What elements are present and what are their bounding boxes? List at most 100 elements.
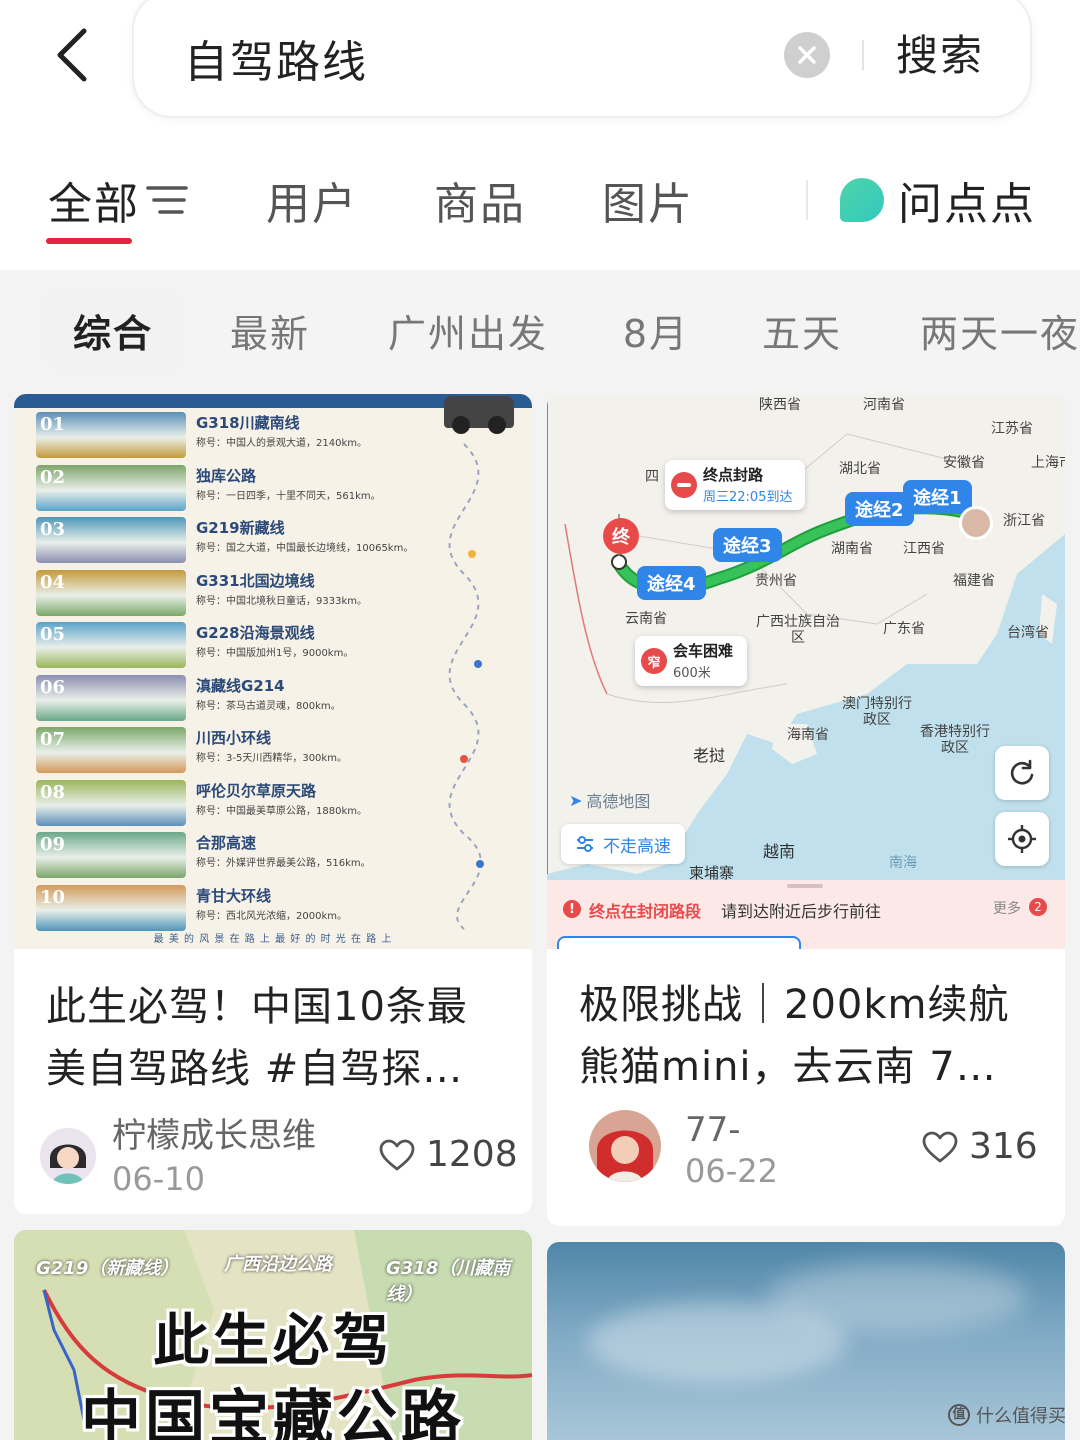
map-region-label: 江苏省 bbox=[991, 421, 1033, 437]
map-region-label: 香港特别行政区 bbox=[920, 724, 990, 756]
close-icon bbox=[798, 46, 816, 64]
route-name: G318川藏南线 bbox=[196, 414, 300, 432]
post-date: 06-22 bbox=[685, 1152, 778, 1190]
route-name: 合那高速 bbox=[196, 834, 257, 852]
like-button[interactable]: 316 bbox=[921, 1126, 1038, 1167]
route-list-item: 02 独库公路 称号：一日四季，十里不同天，561km。 bbox=[36, 464, 506, 515]
search-box[interactable]: 自驾路线 搜索 bbox=[132, 0, 1032, 118]
route-thumbnail: 04 bbox=[36, 569, 186, 616]
post-date: 06-10 bbox=[112, 1160, 205, 1198]
route-description: 称号：西北风光浓缩，2000km。 bbox=[196, 910, 347, 922]
tab-images[interactable]: 图片 bbox=[602, 168, 694, 232]
route-number: 03 bbox=[40, 519, 66, 540]
chip-five-days[interactable]: 五天 bbox=[736, 288, 868, 372]
tab-goods[interactable]: 商品 bbox=[434, 168, 526, 232]
cover-footer-text: 最 美 的 风 景 在 路 上 最 好 的 时 光 在 路 上 bbox=[153, 934, 393, 945]
route-name: G228沿海景观线 bbox=[196, 624, 315, 642]
ask-icon[interactable] bbox=[840, 178, 884, 222]
cover-headline: 中国宝藏公路 bbox=[81, 1384, 465, 1440]
avatar-illustration-icon bbox=[40, 1128, 96, 1184]
map-brand: ➤ 高德地图 bbox=[569, 788, 650, 812]
route-number: 04 bbox=[40, 571, 66, 593]
chip-august[interactable]: 8月 bbox=[600, 288, 712, 372]
filter-icon[interactable] bbox=[146, 180, 190, 220]
author-name[interactable]: 柠檬成长思维 bbox=[112, 1108, 316, 1157]
card-cover-image: 陕西省 河南省 江苏省 湖北省 安徽省 上海市 浙江省 湖南省 江西省 贵州省 … bbox=[547, 394, 1065, 949]
map-region-label: 广西壮族自治区 bbox=[756, 614, 840, 646]
narrow-road-callout: 窄 会车困难 600米 bbox=[635, 636, 747, 686]
heart-icon bbox=[379, 1139, 415, 1170]
route-number: 01 bbox=[40, 414, 66, 435]
cover-headline: 此生必驾 bbox=[153, 1309, 393, 1374]
chip-latest[interactable]: 最新 bbox=[204, 288, 336, 372]
map-region-label: 上海市 bbox=[1031, 455, 1065, 471]
back-arrow-icon bbox=[57, 28, 87, 82]
route-name: G219新藏线 bbox=[196, 519, 285, 537]
map-region-label: 湖南省 bbox=[831, 541, 873, 557]
ask-button[interactable]: 问点点 bbox=[898, 168, 1036, 232]
route-list-item: 09 合那高速 称号：外媒评世界最美公路，516km。 bbox=[36, 832, 506, 882]
map-region-label: 老挝 bbox=[693, 746, 726, 765]
back-button[interactable] bbox=[40, 20, 104, 90]
map-region-label: 越南 bbox=[763, 842, 796, 861]
route-number: 10 bbox=[40, 886, 66, 908]
route-list-item: 03 G219新藏线 称号：国之大道，中国最长边境线，10065km。 bbox=[36, 517, 506, 567]
narrow-callout-title: 会车困难 bbox=[673, 642, 734, 660]
cloud-shape bbox=[767, 1262, 1027, 1332]
route-list-item: 10 青甘大环线称号：西北风光浓缩，2000km。 bbox=[36, 884, 506, 935]
tabs-separator bbox=[806, 180, 808, 220]
avoid-highway-label: 不走高速 bbox=[603, 836, 671, 857]
route-thumbnail: 02 bbox=[36, 464, 186, 511]
like-button[interactable]: 1208 bbox=[378, 1134, 518, 1175]
via-point: 途经2 bbox=[845, 492, 914, 526]
narrow-marker: 窄 bbox=[641, 648, 667, 674]
search-button[interactable]: 搜索 bbox=[896, 22, 984, 83]
card-title-line: 美自驾路线 #自驾探… bbox=[46, 1046, 464, 1092]
card-title-line: 熊猫mini，去云南 7… bbox=[579, 1044, 997, 1090]
tab-users[interactable]: 用户 bbox=[266, 168, 358, 232]
map-route-label: G219（新藏线） bbox=[36, 1258, 179, 1279]
route-name: 滇藏线G214 bbox=[196, 676, 285, 695]
route-name: 青甘大环线 bbox=[196, 886, 272, 905]
route-thumbnail: 06 bbox=[36, 674, 186, 721]
route-list-item: 05 G228沿海景观线 称号：中国版加州1号，9000km。 bbox=[36, 622, 506, 672]
avatar[interactable] bbox=[40, 1128, 96, 1184]
route-list-item: 04 G331北国边境线 称号：中国北境秋日童话，9333km。 bbox=[36, 569, 506, 620]
map-region-label: 云南省 bbox=[625, 611, 667, 627]
feed-card[interactable]: 01 G318川藏南线 称号：中国人的景观大道，2140km。 02 独库公路 称号：一日… bbox=[14, 394, 532, 1214]
narrow-callout-sub: 600米 bbox=[673, 666, 711, 681]
route-number: 06 bbox=[40, 676, 66, 698]
map-region-label: 四 bbox=[645, 469, 659, 485]
route-description: 称号：中国北境秋日童话，9333km。 bbox=[196, 595, 367, 607]
locate-button[interactable] bbox=[995, 812, 1049, 866]
avoid-highway-button[interactable]: 不走高速 bbox=[561, 824, 685, 864]
map-region-label: 江西省 bbox=[903, 541, 945, 557]
author-name[interactable]: 77- bbox=[685, 1110, 741, 1150]
chip-comprehensive[interactable]: 综合 bbox=[46, 288, 180, 372]
chip-two-days-one-night[interactable]: 两天一夜 bbox=[892, 288, 1080, 372]
tab-all[interactable]: 全部 bbox=[48, 168, 140, 232]
watermark: 值 什么值得买 bbox=[948, 1402, 1066, 1428]
route-name: 川西小环线 bbox=[196, 729, 272, 747]
route-name: 呼伦贝尔草原天路 bbox=[196, 781, 317, 800]
tabs-fade bbox=[760, 170, 810, 226]
route-list-item: 06 滇藏线G214 称号：茶马古道灵魂，800km。 bbox=[36, 674, 506, 725]
more-warnings-label[interactable]: 更多 bbox=[993, 898, 1021, 918]
map-region-label: 澳门特别行政区 bbox=[842, 696, 912, 728]
refresh-route-button[interactable] bbox=[995, 746, 1049, 800]
chip-from-guangzhou[interactable]: 广州出发 bbox=[360, 288, 576, 372]
map-region-label: 河南省 bbox=[863, 397, 905, 413]
map-region-label: 湖北省 bbox=[839, 461, 881, 477]
route-thumbnail: 01 bbox=[36, 412, 186, 458]
like-count: 316 bbox=[969, 1126, 1038, 1167]
card-title: 此生必驾！中国10条最 美自驾路线 #自驾探… bbox=[46, 976, 468, 1100]
clear-search-button[interactable] bbox=[784, 32, 830, 78]
heart-icon bbox=[922, 1131, 958, 1162]
feed-card[interactable]: G219（新藏线） 广西沿边公路 G318（川藏南线） 此生必驾 中国宝藏公路 bbox=[14, 1230, 532, 1440]
settings-sliders-icon bbox=[577, 836, 593, 852]
route-description: 称号：茶马古道灵魂，800km。 bbox=[196, 700, 341, 712]
no-entry-icon bbox=[671, 472, 697, 498]
search-input[interactable]: 自驾路线 bbox=[184, 26, 368, 90]
feed-card[interactable]: 陕西省 河南省 江苏省 湖北省 安徽省 上海市 浙江省 湖南省 江西省 贵州省 … bbox=[547, 394, 1065, 1226]
avatar[interactable] bbox=[589, 1110, 661, 1182]
